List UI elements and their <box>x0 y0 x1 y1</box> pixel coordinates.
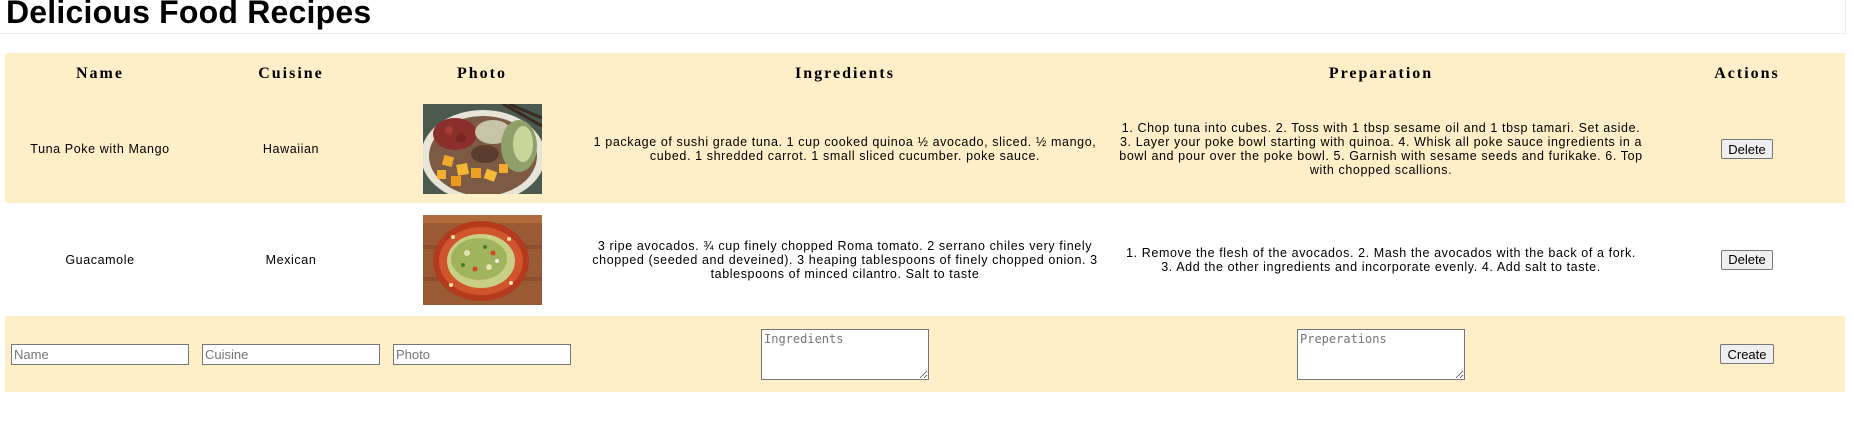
recipe-cuisine: Mexican <box>195 203 387 316</box>
table-header-row: Name Cuisine Photo Ingredients Preparati… <box>5 53 1845 95</box>
column-header-actions: Actions <box>1649 53 1845 95</box>
preparation-textarea[interactable] <box>1297 328 1465 380</box>
column-header-cuisine: Cuisine <box>195 53 387 95</box>
delete-button[interactable]: Delete <box>1721 139 1773 159</box>
recipe-actions: Delete <box>1649 203 1845 316</box>
recipe-preparation: 1. Chop tuna into cubes. 2. Toss with 1 … <box>1113 95 1649 203</box>
recipe-photo-cell <box>387 95 577 203</box>
recipes-table: Name Cuisine Photo Ingredients Preparati… <box>5 53 1845 392</box>
cuisine-input-cell <box>195 316 387 392</box>
column-header-preparation: Preparation <box>1113 53 1649 95</box>
recipe-name: Guacamole <box>5 203 195 316</box>
recipe-photo <box>422 214 542 305</box>
create-button[interactable]: Create <box>1720 344 1774 364</box>
column-header-ingredients: Ingredients <box>577 53 1113 95</box>
recipe-ingredients: 1 package of sushi grade tuna. 1 cup coo… <box>577 95 1113 203</box>
photo-input-cell <box>387 316 577 392</box>
column-header-name: Name <box>5 53 195 95</box>
photo-input[interactable] <box>393 343 571 365</box>
delete-button[interactable]: Delete <box>1721 249 1773 270</box>
create-action-cell: Create <box>1649 316 1845 392</box>
column-header-photo: Photo <box>387 53 577 95</box>
recipe-preparation: 1. Remove the flesh of the avocados. 2. … <box>1113 203 1649 316</box>
table-row: Tuna Poke with Mango Hawaiian 1 package … <box>5 95 1845 203</box>
recipe-cuisine: Hawaiian <box>195 95 387 203</box>
page-title: Delicious Food Recipes <box>6 0 372 30</box>
name-input-cell <box>5 316 195 392</box>
recipe-ingredients: 3 ripe avocados. ¾ cup finely chopped Ro… <box>577 203 1113 316</box>
preparation-input-cell <box>1113 316 1649 392</box>
name-input[interactable] <box>11 343 189 365</box>
title-bar: Delicious Food Recipes <box>0 0 1846 34</box>
ingredients-input-cell <box>577 316 1113 392</box>
recipe-photo <box>422 104 542 194</box>
cuisine-input[interactable] <box>202 343 380 365</box>
recipe-name: Tuna Poke with Mango <box>5 95 195 203</box>
recipe-actions: Delete <box>1649 95 1845 203</box>
new-recipe-form-row: Create <box>5 316 1845 392</box>
ingredients-textarea[interactable] <box>761 328 929 380</box>
table-row: Guacamole Mexican 3 ripe avocados. ¾ cup… <box>5 203 1845 316</box>
recipe-photo-cell <box>387 203 577 316</box>
